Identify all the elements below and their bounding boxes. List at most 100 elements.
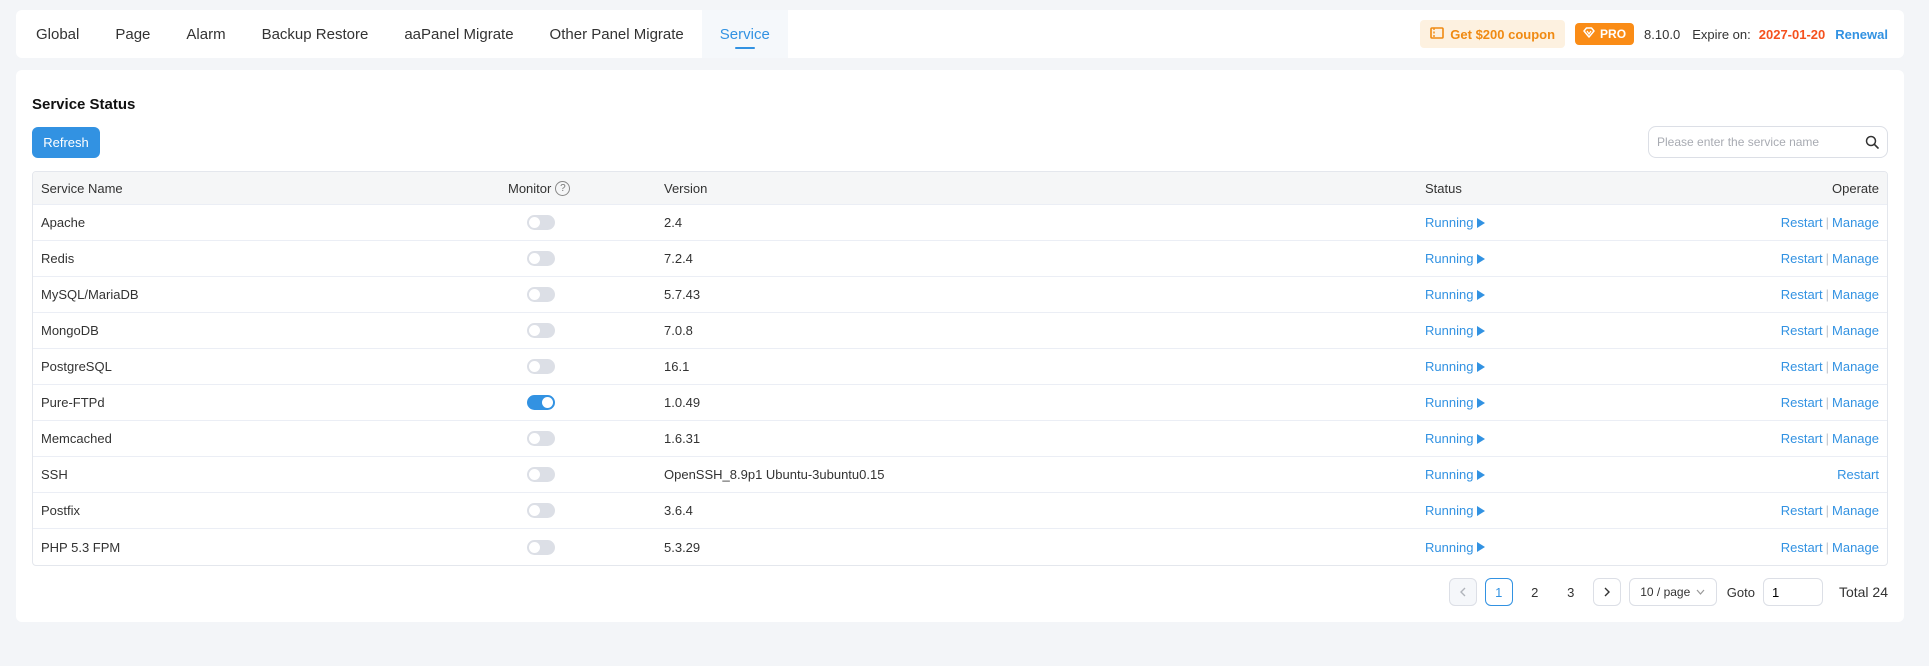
- monitor-toggle[interactable]: [527, 503, 555, 518]
- restart-button[interactable]: Restart: [1781, 540, 1823, 555]
- monitor-cell: [508, 215, 664, 230]
- service-version: OpenSSH_8.9p1 Ubuntu-3ubuntu0.15: [664, 467, 885, 482]
- monitor-toggle[interactable]: [527, 539, 555, 555]
- restart-button[interactable]: Restart: [1781, 431, 1823, 446]
- status-running[interactable]: Running: [1425, 323, 1486, 338]
- operate-cell: Restart | Manage: [1625, 359, 1887, 374]
- tab-page[interactable]: Page: [97, 10, 168, 58]
- monitor-toggle[interactable]: [527, 251, 555, 266]
- manage-button[interactable]: Manage: [1832, 287, 1879, 302]
- status-running[interactable]: Running: [1425, 467, 1486, 482]
- monitor-cell: [508, 323, 664, 338]
- operate-cell: Restart | Manage: [1625, 215, 1887, 230]
- manage-button[interactable]: Manage: [1832, 251, 1879, 266]
- restart-button[interactable]: Restart: [1781, 287, 1823, 302]
- manage-button[interactable]: Manage: [1832, 395, 1879, 410]
- refresh-button[interactable]: Refresh: [32, 127, 100, 158]
- help-icon[interactable]: ?: [555, 180, 571, 196]
- chevron-right-icon: [1604, 587, 1610, 597]
- page-2[interactable]: 2: [1521, 578, 1549, 606]
- next-page-button[interactable]: [1592, 578, 1621, 606]
- tab-alarm[interactable]: Alarm: [168, 10, 243, 58]
- status-running[interactable]: Running: [1425, 215, 1486, 230]
- status-running[interactable]: Running: [1425, 287, 1486, 302]
- search-icon[interactable]: [1857, 135, 1887, 149]
- status-label: Running: [1425, 395, 1474, 410]
- monitor-cell: [508, 359, 664, 374]
- restart-button[interactable]: Restart: [1781, 323, 1823, 338]
- monitor-toggle[interactable]: [527, 395, 555, 410]
- status-label: Running: [1425, 215, 1474, 230]
- tab-service[interactable]: Service: [701, 10, 788, 58]
- restart-button[interactable]: Restart: [1781, 215, 1823, 230]
- restart-button[interactable]: Restart: [1781, 503, 1823, 518]
- table-row: PHP 5.3 FPM 5.3.29 Running Restart | Manage: [33, 529, 1887, 565]
- goto-label: Goto: [1726, 584, 1755, 600]
- monitor-cell: [508, 503, 664, 518]
- tab-backup-restore[interactable]: Backup Restore: [244, 10, 387, 58]
- divider: |: [1825, 215, 1830, 230]
- col-version: Version: [664, 180, 708, 196]
- monitor-toggle[interactable]: [527, 431, 555, 446]
- service-name: Memcached: [41, 431, 112, 446]
- status-running[interactable]: Running: [1425, 395, 1486, 410]
- coupon-button[interactable]: Get $200 coupon: [1420, 20, 1566, 48]
- play-icon: [1477, 433, 1486, 444]
- play-icon: [1477, 469, 1486, 480]
- chevron-down-icon: [1696, 589, 1705, 595]
- renewal-link[interactable]: Renewal: [1835, 27, 1888, 42]
- restart-button[interactable]: Restart: [1781, 251, 1823, 266]
- coupon-icon: [1430, 26, 1445, 42]
- service-version: 1.6.31: [664, 431, 701, 446]
- manage-button[interactable]: Manage: [1832, 540, 1879, 555]
- monitor-cell: [508, 539, 664, 555]
- pro-badge: PRO: [1575, 23, 1635, 45]
- monitor-toggle[interactable]: [527, 215, 555, 230]
- service-version: 7.2.4: [664, 251, 693, 266]
- tab-global[interactable]: Global: [18, 10, 97, 58]
- operate-cell: Restart | Manage: [1625, 395, 1887, 410]
- tab-aapanel-migrate[interactable]: aaPanel Migrate: [386, 10, 531, 58]
- page-size-select[interactable]: 10 / page: [1628, 578, 1717, 606]
- col-monitor: Monitor ?: [508, 180, 664, 196]
- restart-button[interactable]: Restart: [1781, 395, 1823, 410]
- service-name: PHP 5.3 FPM: [41, 539, 121, 555]
- status-running[interactable]: Running: [1425, 503, 1486, 518]
- manage-button[interactable]: Manage: [1832, 431, 1879, 446]
- prev-page-button[interactable]: [1448, 578, 1477, 606]
- page-1[interactable]: 1: [1484, 578, 1513, 606]
- monitor-toggle[interactable]: [527, 467, 555, 482]
- monitor-toggle[interactable]: [527, 287, 555, 302]
- manage-button[interactable]: Manage: [1832, 359, 1879, 374]
- tab-other-panel-migrate[interactable]: Other Panel Migrate: [532, 10, 702, 58]
- restart-button[interactable]: Restart: [1781, 359, 1823, 374]
- status-running[interactable]: Running: [1425, 251, 1486, 266]
- divider: |: [1825, 251, 1830, 266]
- settings-tabs: Global Page Alarm Backup Restore aaPanel…: [16, 10, 788, 58]
- page-3[interactable]: 3: [1557, 578, 1585, 606]
- status-cell: Running: [1425, 215, 1625, 230]
- col-operate: Operate: [1832, 180, 1879, 196]
- status-running[interactable]: Running: [1425, 359, 1486, 374]
- manage-button[interactable]: Manage: [1832, 323, 1879, 338]
- status-label: Running: [1425, 539, 1474, 555]
- monitor-toggle[interactable]: [527, 359, 555, 374]
- status-label: Running: [1425, 503, 1474, 518]
- service-version: 2.4: [664, 215, 683, 230]
- status-running[interactable]: Running: [1425, 539, 1486, 555]
- play-icon: [1477, 505, 1486, 516]
- monitor-toggle[interactable]: [527, 323, 555, 338]
- status-label: Running: [1425, 431, 1474, 446]
- restart-button[interactable]: Restart: [1837, 467, 1879, 482]
- service-name: MySQL/MariaDB: [41, 287, 139, 302]
- manage-button[interactable]: Manage: [1832, 503, 1879, 518]
- manage-button[interactable]: Manage: [1832, 215, 1879, 230]
- pro-label: PRO: [1600, 27, 1627, 41]
- col-service-name: Service Name: [41, 180, 123, 196]
- goto-page-input[interactable]: [1762, 578, 1823, 606]
- status-cell: Running: [1425, 323, 1625, 338]
- status-label: Running: [1425, 467, 1474, 482]
- play-icon: [1477, 289, 1486, 300]
- search-input[interactable]: [1649, 127, 1857, 157]
- status-running[interactable]: Running: [1425, 431, 1486, 446]
